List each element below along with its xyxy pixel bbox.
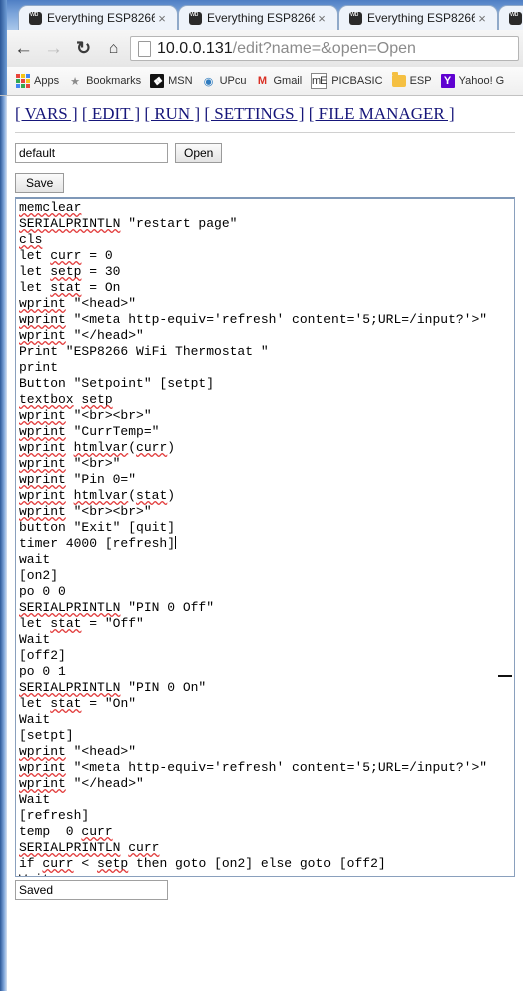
bookmark-label: Apps: [34, 75, 60, 87]
address-bar-url: 10.0.0.131/edit?name=&open=Open: [157, 40, 416, 58]
browser-tab-4[interactable]: [498, 5, 523, 30]
horizontal-divider: [15, 132, 515, 133]
apps-grid-icon: [16, 74, 30, 88]
bookmark-label: Bookmarks: [86, 75, 142, 87]
editor-scroll-mark[interactable]: [498, 675, 512, 677]
tab-close-icon[interactable]: ×: [315, 12, 329, 25]
open-file-row: Open: [15, 143, 523, 163]
forward-button[interactable]: →: [40, 35, 67, 62]
upcu-icon: ◉: [203, 75, 214, 88]
home-icon[interactable]: ⌂: [100, 35, 127, 62]
bookmark-label: PICBASIC: [331, 75, 383, 87]
bookmark-label: Yahoo! G: [458, 75, 505, 87]
bookmark-label: UPcu: [219, 75, 247, 87]
tab-close-icon[interactable]: ×: [475, 12, 489, 25]
navigation-toolbar: ← → ↻ ⌂ 10.0.0.131/edit?name=&open=Open: [0, 30, 523, 68]
code-text[interactable]: memclear SERIALPRINTLN "restart page" cl…: [16, 199, 514, 876]
bookmark-upcu[interactable]: ◉ UPcu: [202, 74, 247, 88]
browser-tab-3[interactable]: Everything ESP8266 - ×: [338, 5, 498, 30]
nav-link-edit[interactable]: [ EDIT ]: [82, 104, 140, 123]
tab-strip: Everything ESP8266 - × Everything ESP826…: [0, 0, 523, 30]
bookmark-esp[interactable]: ESP: [391, 72, 432, 88]
nav-link-file-manager[interactable]: [ FILE MANAGER ]: [309, 104, 455, 123]
nav-link-run[interactable]: [ RUN ]: [144, 104, 200, 123]
bookmark-label: Gmail: [273, 75, 303, 87]
yahoo-icon: Y: [440, 74, 455, 88]
bookmark-msn[interactable]: ❖ MSN: [150, 74, 193, 88]
save-row: Save: [15, 173, 523, 193]
msn-icon: ❖: [150, 74, 165, 88]
tab-favicon-icon: [189, 11, 202, 25]
bookmark-label: ESP: [409, 75, 432, 87]
folder-icon: [391, 72, 406, 88]
tab-favicon-icon: [509, 11, 522, 25]
esp-basic-editor-page: [ VARS ] [ EDIT ] [ RUN ] [ SETTINGS ] […: [7, 96, 523, 991]
bookmarks-bar: Apps ★ Bookmarks ❖ MSN ◉ UPcu M Gmail mE…: [0, 67, 523, 96]
status-row: [15, 880, 523, 900]
nav-link-settings[interactable]: [ SETTINGS ]: [204, 104, 304, 123]
page-nav-links: [ VARS ] [ EDIT ] [ RUN ] [ SETTINGS ] […: [15, 104, 523, 124]
bookmark-picbasic[interactable]: mE PICBASIC: [311, 73, 383, 89]
status-input[interactable]: [15, 880, 168, 900]
browser-tab-2[interactable]: Everything ESP8266 - ×: [178, 5, 338, 30]
window-frame-left: [0, 67, 7, 95]
back-button[interactable]: ←: [10, 35, 37, 62]
bookmark-gmail[interactable]: M Gmail: [255, 74, 302, 88]
window-frame-left: [0, 0, 7, 30]
bookmark-bookmarks[interactable]: ★ Bookmarks: [68, 74, 141, 88]
tab-title: Everything ESP8266 -: [207, 11, 315, 25]
window-frame-left: [0, 30, 7, 67]
page-document-icon: [138, 40, 151, 57]
bookmark-yahoo[interactable]: Y Yahoo! G: [440, 74, 505, 88]
address-host: 10.0.0.131: [157, 39, 233, 57]
gmail-icon: M: [257, 75, 268, 87]
open-button[interactable]: Open: [175, 143, 223, 163]
star-icon: ★: [70, 75, 81, 88]
filename-input[interactable]: [15, 143, 168, 163]
window-frame-left: [0, 96, 7, 991]
picbasic-icon: mE: [311, 73, 327, 89]
tab-title: Everything ESP8266 -: [47, 11, 155, 25]
tab-close-icon[interactable]: ×: [155, 12, 169, 25]
address-path: /edit?name=&open=Open: [232, 39, 416, 57]
page-content: [ VARS ] [ EDIT ] [ RUN ] [ SETTINGS ] […: [0, 96, 523, 991]
code-editor-textarea[interactable]: memclear SERIALPRINTLN "restart page" cl…: [15, 197, 515, 877]
bookmark-apps[interactable]: Apps: [16, 74, 59, 88]
browser-window: Everything ESP8266 - × Everything ESP826…: [0, 0, 523, 991]
reload-icon[interactable]: ↻: [70, 35, 97, 62]
save-button[interactable]: Save: [15, 173, 65, 193]
tab-title: Everything ESP8266 -: [367, 11, 475, 25]
browser-chrome: Everything ESP8266 - × Everything ESP826…: [0, 0, 523, 96]
nav-link-vars[interactable]: [ VARS ]: [15, 104, 78, 123]
bookmark-label: MSN: [168, 75, 193, 87]
address-bar[interactable]: 10.0.0.131/edit?name=&open=Open: [130, 36, 519, 61]
tab-favicon-icon: [349, 11, 362, 25]
tab-favicon-icon: [29, 11, 42, 25]
browser-tab-1[interactable]: Everything ESP8266 - ×: [18, 5, 178, 30]
